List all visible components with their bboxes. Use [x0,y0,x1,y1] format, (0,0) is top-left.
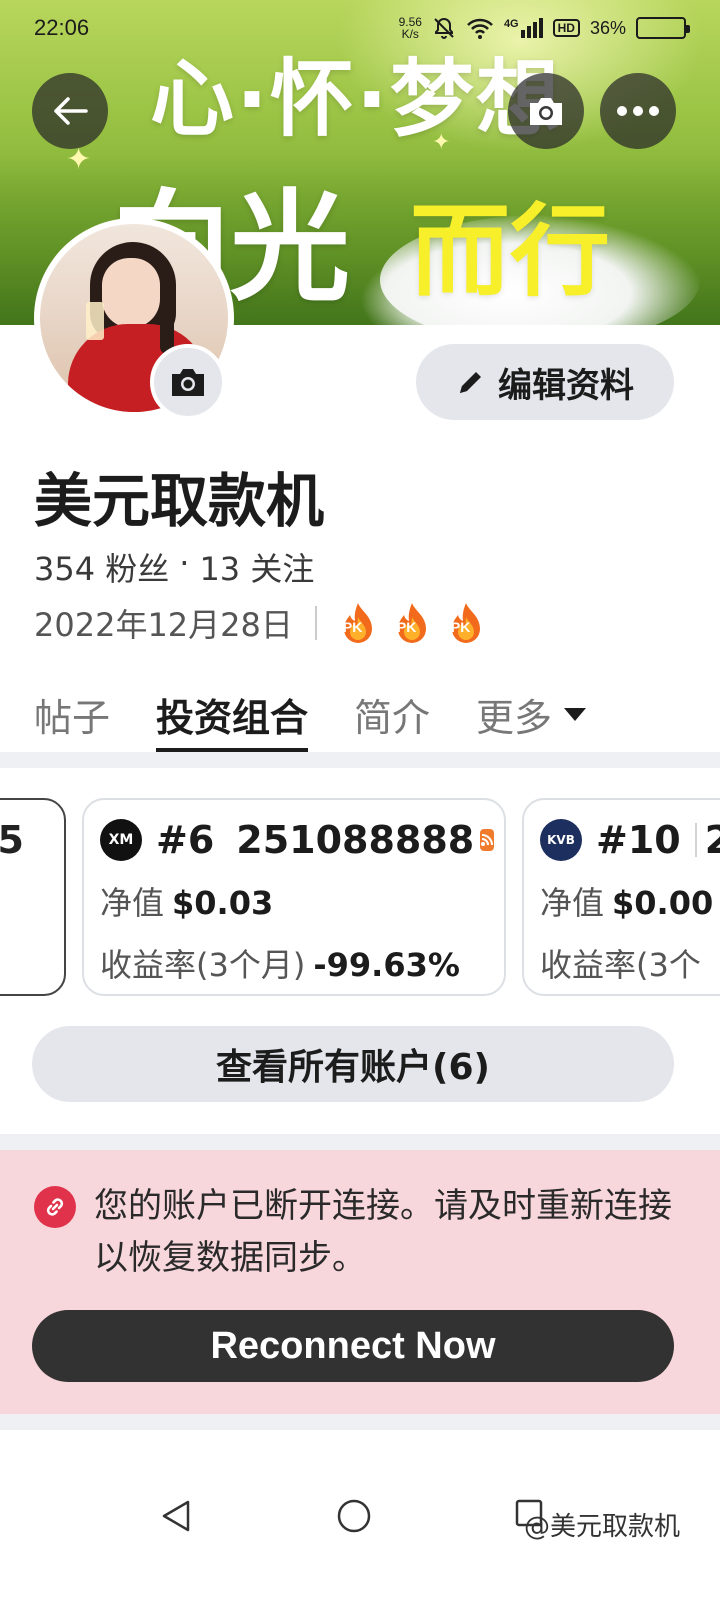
account-nav-value: $0.03 [172,884,274,922]
account-rank: #6 [156,818,215,862]
hd-badge: HD [552,19,580,37]
account-card[interactable]: KVB #10 2 净值 $0.00 收益率(3个 [522,798,720,996]
tab-posts[interactable]: 帖子 [34,676,110,752]
avatar-camera-button[interactable] [150,344,226,420]
wifi-icon [467,18,493,39]
net-speed: 9.56 K/s [398,15,422,41]
pk-fire-badge[interactable]: PK [339,601,377,645]
account-nav-value: $0.00 [612,884,714,922]
more-options-button[interactable] [600,73,676,149]
battery-icon [636,17,690,39]
account-rank: #10 [596,818,681,862]
pk-fire-badge[interactable]: PK [393,601,431,645]
section-divider [0,752,720,768]
account-nav-row: 净值 $0.00 [540,884,714,922]
battery-percent: 36% [589,17,626,38]
link-icon [34,1186,76,1228]
follow-stats: 354 粉丝 · 13 关注 [34,544,314,590]
edit-profile-button[interactable]: 编辑资料 [416,344,674,420]
status-time: 22:06 [34,15,90,40]
arrow-left-icon [54,97,88,125]
pk-fire-badge[interactable]: PK [447,601,485,645]
nav-back-button[interactable] [160,1498,192,1538]
circle-home-icon [337,1499,371,1533]
rss-feed-icon [480,829,495,851]
xm-logo-icon: XM [100,819,142,861]
signal-icon: 4G [504,18,543,38]
view-all-accounts-button[interactable]: 查看所有账户(6) [32,1026,674,1102]
account-number-fragment: 25 [0,818,24,862]
tab-about[interactable]: 简介 [354,676,430,752]
watermark: @美元取款机 [524,1512,681,1542]
account-return-row: 收益率(3个 [540,946,701,984]
divider [694,823,697,857]
edit-profile-label: 编辑资料 [498,365,634,406]
reconnect-now-button[interactable]: Reconnect Now [32,1310,674,1382]
section-divider [0,1134,720,1150]
nav-home-button[interactable] [336,1498,372,1538]
cover-camera-button[interactable] [508,73,584,149]
account-card-header: XM #6 251088888 [100,818,495,862]
account-number: 2 [704,818,720,862]
account-card-header: KVB #10 2 [540,818,720,862]
account-card[interactable]: 25 [0,798,66,996]
banner-slogan-line3: 而行 [410,193,610,310]
disconnect-alert: 您的账户已断开连接。请及时重新连接以恢复数据同步。 Reconnect Now [0,1150,720,1414]
stats-separator: · [179,544,190,582]
camera-icon [172,369,204,396]
camera-icon [530,98,562,125]
back-button[interactable] [32,73,108,149]
pencil-icon [460,372,481,393]
divider [314,606,317,640]
join-date-row: 2022年12月28日 PK PK PK [34,600,485,646]
tab-portfolio[interactable]: 投资组合 [156,676,309,752]
profile-tabs: 帖子 投资组合 简介 更多 [34,676,587,752]
join-date: 2022年12月28日 [34,606,293,644]
kvb-logo-icon: KVB [540,819,582,861]
mute-bell-icon [434,17,454,39]
caret-down-icon [564,707,587,721]
account-carousel[interactable]: 25 XM #6 251088888 净值$0.03 收益率(3个月)-99.6… [0,798,720,996]
section-divider [0,1414,720,1430]
profile-name: 美元取款机 [34,467,325,535]
status-bar: 22:06 9.56 K/s 4G HD 36% [0,0,720,56]
alert-message: 您的账户已断开连接。请及时重新连接以恢复数据同步。 [94,1186,672,1278]
account-card[interactable]: XM #6 251088888 净值 $0.03 收益率(3个月) -99.63% [82,798,506,996]
status-icons: 9.56 K/s 4G HD 36% [398,15,690,41]
account-number: 251088888 [236,818,475,862]
more-dots-icon [617,106,659,116]
following-count[interactable]: 13 关注 [199,544,314,590]
account-return-row: 收益率(3个月) -99.63% [100,946,460,984]
account-nav-row: 净值 $0.03 [100,884,274,922]
account-return-value: -99.63% [313,946,460,984]
tab-more[interactable]: 更多 [476,676,587,752]
triangle-back-icon [162,1500,190,1532]
followers-count[interactable]: 354 粉丝 [34,544,169,590]
